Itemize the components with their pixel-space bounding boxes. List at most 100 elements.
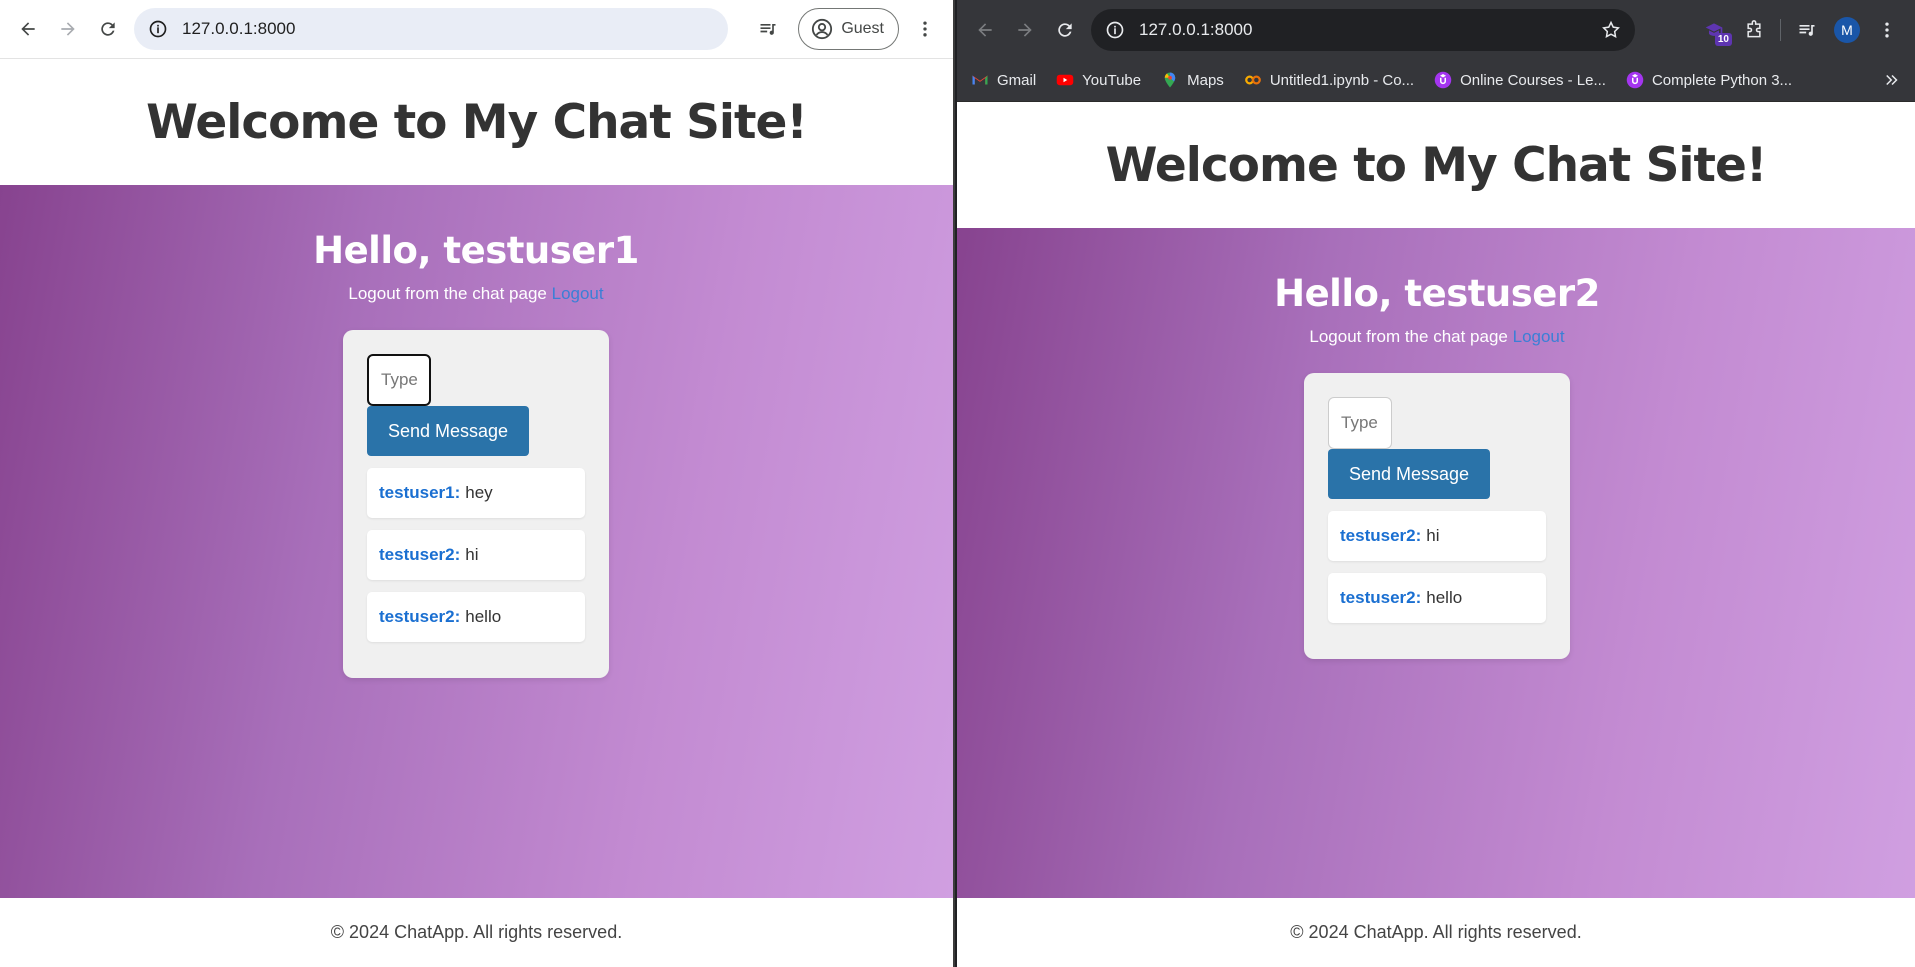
bookmark-label: Complete Python 3... (1651, 71, 1793, 89)
back-button[interactable] (965, 10, 1005, 50)
back-button[interactable] (8, 9, 48, 49)
bookmark-label: Untitled1.ipynb - Co... (1269, 71, 1415, 89)
logout-text: Logout from the chat page (348, 284, 547, 303)
message-username: testuser2: (1340, 526, 1422, 545)
bookmark-colab[interactable]: Untitled1.ipynb - Co... (1244, 71, 1414, 89)
colab-icon (1244, 75, 1261, 85)
message-input[interactable]: Type (1328, 397, 1392, 449)
message-item: testuser2: hello (367, 592, 585, 642)
url-text: 127.0.0.1:8000 (1139, 19, 1253, 39)
message-list: testuser2: hi testuser2: hello (1328, 511, 1546, 623)
logout-link[interactable]: Logout (1513, 327, 1565, 346)
address-bar[interactable]: 127.0.0.1:8000 (134, 8, 728, 50)
udemy-icon (1626, 71, 1644, 89)
browser-toolbar: 127.0.0.1:8000 10 M (957, 0, 1915, 59)
chat-section: Hello, testuser2 Logout from the chat pa… (957, 228, 1915, 899)
reload-icon (101, 22, 115, 36)
udemy-icon (1434, 71, 1452, 89)
address-bar[interactable]: 127.0.0.1:8000 (1091, 8, 1635, 51)
bookmark-label: Gmail (997, 71, 1037, 89)
greeting-heading: Hello, testuser1 (313, 229, 639, 272)
chat-box: Type Send Message testuser2: hi testuser2… (1304, 373, 1570, 659)
site-footer: © 2024 ChatApp. All rights reserved. (0, 898, 953, 967)
url-text: 127.0.0.1:8000 (182, 19, 296, 38)
browser-window-right: 127.0.0.1:8000 10 M Gmail YouTube Maps U… (957, 0, 1915, 967)
message-item: testuser2: hello (1328, 573, 1546, 623)
site-info-icon[interactable] (1105, 20, 1125, 40)
profile-icon (812, 18, 833, 40)
chat-content: Hello, testuser2 Logout from the chat pa… (1274, 272, 1600, 659)
youtube-icon (1056, 74, 1074, 86)
bookmark-udemy-courses[interactable]: Online Courses - Le... (1434, 71, 1606, 89)
site-title: Welcome to My Chat Site! (146, 94, 808, 150)
message-username: testuser1: (379, 483, 461, 502)
bookmark-gmail[interactable]: Gmail (971, 71, 1036, 89)
guest-profile-button[interactable]: Guest (798, 8, 899, 50)
message-text: hi (1426, 526, 1440, 545)
forward-arrow-icon (1018, 22, 1032, 37)
greeting-heading: Hello, testuser2 (1274, 272, 1600, 315)
site-title: Welcome to My Chat Site! (1105, 137, 1768, 193)
browser-menu-button[interactable] (1867, 10, 1907, 50)
puzzle-icon (1747, 19, 1761, 37)
bookmark-label: Online Courses - Le... (1460, 71, 1606, 89)
bookmark-maps[interactable]: Maps (1161, 71, 1224, 89)
forward-button[interactable] (1005, 10, 1045, 50)
message-text: hello (1426, 588, 1463, 607)
double-chevron-right-icon (1886, 74, 1898, 86)
message-list: testuser1: hey testuser2: hi testuser2: hel… (367, 468, 585, 642)
bookmarks-bar: Gmail YouTube Maps Untitled1.ipynb - Co.… (957, 59, 1915, 102)
message-username: testuser2: (1340, 588, 1422, 607)
logout-line: Logout from the chat page Logout (323, 284, 629, 304)
message-username: testuser2: (379, 607, 461, 626)
reload-button[interactable] (88, 9, 128, 49)
message-text: hello (465, 607, 502, 626)
bookmark-star-icon[interactable] (1601, 20, 1621, 40)
playlist-icon (1799, 24, 1815, 36)
message-item: testuser1: hey (367, 468, 585, 518)
extension-button[interactable]: 10 (1694, 10, 1734, 50)
media-controls-button[interactable] (1787, 10, 1827, 50)
logout-line: Logout from the chat page Logout (1284, 327, 1590, 347)
browser-menu-button[interactable] (905, 9, 945, 49)
maps-icon (1164, 72, 1176, 88)
back-arrow-icon (21, 22, 35, 36)
guest-label: Guest (841, 20, 884, 37)
extension-badge: 10 (1714, 32, 1732, 46)
more-vert-icon (1885, 22, 1889, 37)
bookmark-youtube[interactable]: YouTube (1056, 71, 1141, 89)
toolbar-separator (1780, 18, 1781, 41)
avatar: M (1834, 16, 1860, 43)
forward-arrow-icon (61, 22, 75, 36)
site-header: Welcome to My Chat Site! (957, 102, 1915, 228)
send-message-button[interactable]: Send Message (367, 406, 529, 456)
bookmark-label: YouTube (1082, 71, 1142, 89)
web-page: Welcome to My Chat Site! Hello, testuser… (0, 59, 953, 967)
back-arrow-icon (978, 22, 992, 37)
footer-text: © 2024 ChatApp. All rights reserved. (330, 922, 623, 942)
chat-section: Hello, testuser1 Logout from the chat pa… (0, 185, 953, 898)
send-message-button[interactable]: Send Message (1328, 449, 1490, 499)
extensions-menu-button[interactable] (1734, 10, 1774, 50)
site-info-icon[interactable] (148, 19, 168, 39)
message-item: testuser2: hi (1328, 511, 1546, 561)
gmail-icon (972, 75, 988, 85)
reload-icon (1058, 22, 1072, 37)
logout-link[interactable]: Logout (552, 284, 604, 303)
message-input[interactable]: Type (367, 354, 431, 406)
bookmark-python[interactable]: Complete Python 3... (1626, 71, 1792, 89)
footer-text: © 2024 ChatApp. All rights reserved. (1290, 922, 1582, 942)
site-header: Welcome to My Chat Site! (0, 59, 953, 185)
forward-button[interactable] (48, 9, 88, 49)
browser-window-left: 127.0.0.1:8000 Guest Welcome to My Chat … (0, 0, 955, 967)
browser-toolbar: 127.0.0.1:8000 Guest (0, 0, 953, 59)
media-controls-button[interactable] (748, 9, 788, 49)
bookmarks-overflow-button[interactable] (1883, 71, 1901, 89)
web-page: Welcome to My Chat Site! Hello, testuser… (957, 102, 1915, 967)
message-username: testuser2: (379, 545, 461, 564)
profile-button[interactable]: M (1827, 10, 1867, 50)
chat-box: Type Send Message testuser1: hey testuser… (343, 330, 609, 678)
logout-text: Logout from the chat page (1309, 327, 1508, 346)
reload-button[interactable] (1045, 10, 1085, 50)
bookmark-label: Maps (1187, 71, 1224, 89)
